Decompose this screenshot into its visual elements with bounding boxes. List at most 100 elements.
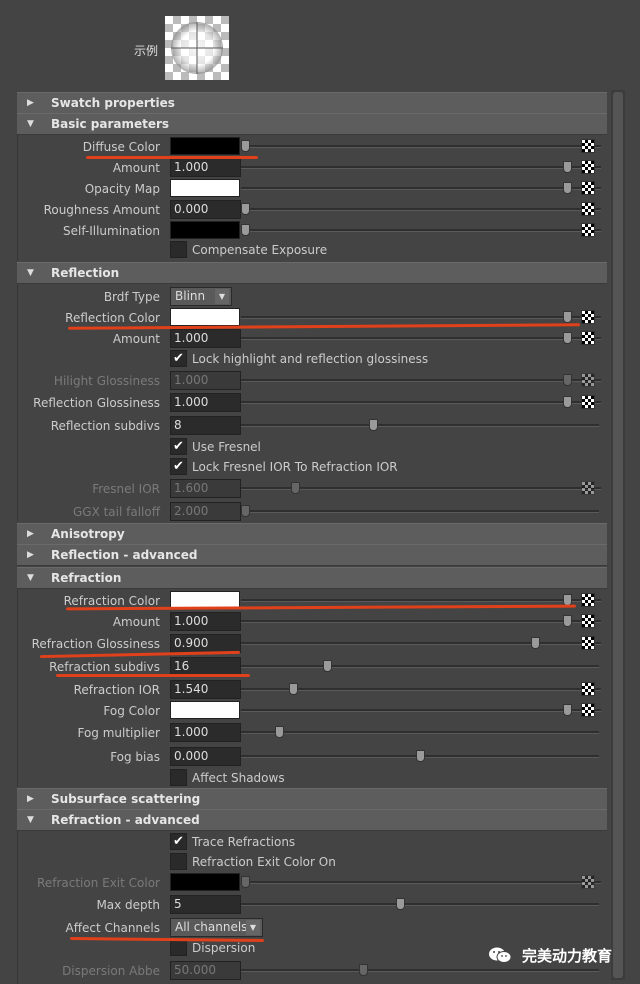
slider-knob[interactable] xyxy=(563,615,572,627)
map-button-icon[interactable] xyxy=(581,593,595,607)
brdf-type-dropdown[interactable]: Blinn ▼ xyxy=(170,287,232,306)
label: Self-Illumination xyxy=(62,224,160,238)
opacity-slider[interactable] xyxy=(241,182,601,194)
ggx-slider xyxy=(241,505,599,517)
section-refraction[interactable]: ▼ Refraction xyxy=(17,567,607,589)
diffuse-slider[interactable] xyxy=(241,140,601,152)
slider-knob[interactable] xyxy=(275,726,284,738)
section-reflection[interactable]: ▼ Reflection xyxy=(17,262,607,284)
trace-refractions-checkbox[interactable]: ✔ xyxy=(170,833,187,850)
section-title: Refraction xyxy=(51,571,122,585)
reflection-glossiness-field[interactable]: 1.000 xyxy=(170,393,241,412)
reflection-amount-field[interactable]: 1.000 xyxy=(170,329,241,348)
amount-slider[interactable] xyxy=(241,161,601,173)
slider-knob[interactable] xyxy=(241,224,250,236)
refraction-amount-slider[interactable] xyxy=(241,615,601,627)
map-button-icon xyxy=(581,373,595,387)
lock-fresnel-checkbox[interactable]: ✔ xyxy=(170,458,187,475)
map-button-icon[interactable] xyxy=(581,139,595,153)
map-button-icon[interactable] xyxy=(581,160,595,174)
label: Reflection subdivs xyxy=(50,419,160,433)
self-illum-color-swatch[interactable] xyxy=(170,221,240,239)
roughness-field[interactable]: 0.000 xyxy=(170,200,241,219)
lock-highlight-checkbox[interactable]: ✔ xyxy=(170,350,187,367)
reflection-subdivs-field[interactable]: 8 xyxy=(170,416,241,435)
slider-knob[interactable] xyxy=(396,898,405,910)
slider-knob[interactable] xyxy=(323,660,332,672)
row-ggx-tail: GGX tail falloff 2.000 xyxy=(17,501,607,523)
dispersion-abbe-field: 50.000 xyxy=(170,961,241,980)
fog-multiplier-field[interactable]: 1.000 xyxy=(170,723,241,742)
scrollbar-thumb[interactable] xyxy=(613,92,623,978)
affect-shadows-checkbox[interactable] xyxy=(170,769,187,786)
map-button-icon[interactable] xyxy=(581,331,595,345)
max-depth-slider[interactable] xyxy=(241,898,599,910)
refraction-subdivs-slider[interactable] xyxy=(241,660,599,672)
refraction-amount-field[interactable]: 1.000 xyxy=(170,612,241,631)
max-depth-field[interactable]: 5 xyxy=(170,895,241,914)
reflection-gloss-slider[interactable] xyxy=(241,396,601,408)
fog-color-swatch[interactable] xyxy=(170,701,240,719)
exit-color-on-checkbox[interactable] xyxy=(170,853,187,870)
section-basic-parameters[interactable]: ▼ Basic parameters xyxy=(17,113,607,135)
roughness-slider[interactable] xyxy=(241,203,601,215)
slider-knob[interactable] xyxy=(563,311,572,323)
section-title: Anisotropy xyxy=(51,527,125,541)
section-reflection-advanced[interactable]: ▶ Reflection - advanced xyxy=(17,544,607,566)
slider-knob[interactable] xyxy=(416,750,425,762)
label: Refraction Exit Color xyxy=(37,876,160,890)
map-button-icon[interactable] xyxy=(581,395,595,409)
section-swatch-properties[interactable]: ▶ Swatch properties xyxy=(17,92,607,114)
section-anisotropy[interactable]: ▶ Anisotropy xyxy=(17,523,607,545)
scrollbar[interactable] xyxy=(611,90,625,980)
compensate-exposure-checkbox[interactable] xyxy=(170,241,187,258)
opacity-color-swatch[interactable] xyxy=(170,179,240,197)
map-button-icon[interactable] xyxy=(581,181,595,195)
refraction-ior-slider[interactable] xyxy=(241,683,601,695)
section-subsurface-scattering[interactable]: ▶ Subsurface scattering xyxy=(17,788,607,810)
fog-bias-field[interactable]: 0.000 xyxy=(170,747,241,766)
fog-color-slider[interactable] xyxy=(241,704,601,716)
map-button-icon[interactable] xyxy=(581,636,595,650)
map-button-icon[interactable] xyxy=(581,310,595,324)
slider-knob[interactable] xyxy=(563,161,572,173)
map-button-icon[interactable] xyxy=(581,682,595,696)
section-refraction-advanced[interactable]: ▼ Refraction - advanced xyxy=(17,809,607,831)
affect-channels-dropdown[interactable]: All channels ▼ xyxy=(170,918,263,937)
reflection-subdivs-slider[interactable] xyxy=(241,419,599,431)
map-button-icon[interactable] xyxy=(581,614,595,628)
slider-knob[interactable] xyxy=(531,637,540,649)
row-diffuse-color: Diffuse Color xyxy=(17,136,607,158)
label: Opacity Map xyxy=(84,182,160,196)
row-dispersion: Dispersion xyxy=(17,938,607,960)
use-fresnel-checkbox[interactable]: ✔ xyxy=(170,438,187,455)
collapsed-arrow-icon: ▶ xyxy=(27,529,34,539)
diffuse-color-swatch[interactable] xyxy=(170,137,240,155)
refraction-color-slider[interactable] xyxy=(241,594,601,606)
slider-knob[interactable] xyxy=(563,704,572,716)
fog-multiplier-slider[interactable] xyxy=(241,726,599,738)
reflection-color-slider[interactable] xyxy=(241,311,601,323)
checkbox-label: Lock highlight and reflection glossiness xyxy=(192,352,429,366)
slider-knob[interactable] xyxy=(289,683,298,695)
slider-knob[interactable] xyxy=(563,396,572,408)
reflection-amount-slider[interactable] xyxy=(241,332,601,344)
refraction-ior-field[interactable]: 1.540 xyxy=(170,680,241,699)
amount-field[interactable]: 1.000 xyxy=(170,158,241,177)
fog-bias-slider[interactable] xyxy=(241,750,599,762)
slider-knob[interactable] xyxy=(563,332,572,344)
slider-knob[interactable] xyxy=(369,419,378,431)
refraction-gloss-slider[interactable] xyxy=(241,637,601,649)
map-button-icon[interactable] xyxy=(581,223,595,237)
slider-knob[interactable] xyxy=(241,140,250,152)
label: Roughness Amount xyxy=(43,203,160,217)
self-illum-slider[interactable] xyxy=(241,224,601,236)
slider-knob[interactable] xyxy=(241,203,250,215)
map-button-icon[interactable] xyxy=(581,202,595,216)
reflection-color-swatch[interactable] xyxy=(170,308,240,326)
chevron-down-icon: ▼ xyxy=(215,289,229,304)
slider-knob[interactable] xyxy=(563,182,572,194)
map-button-icon[interactable] xyxy=(581,703,595,717)
checkbox-label: Compensate Exposure xyxy=(192,243,328,257)
dispersion-checkbox[interactable] xyxy=(170,939,187,956)
